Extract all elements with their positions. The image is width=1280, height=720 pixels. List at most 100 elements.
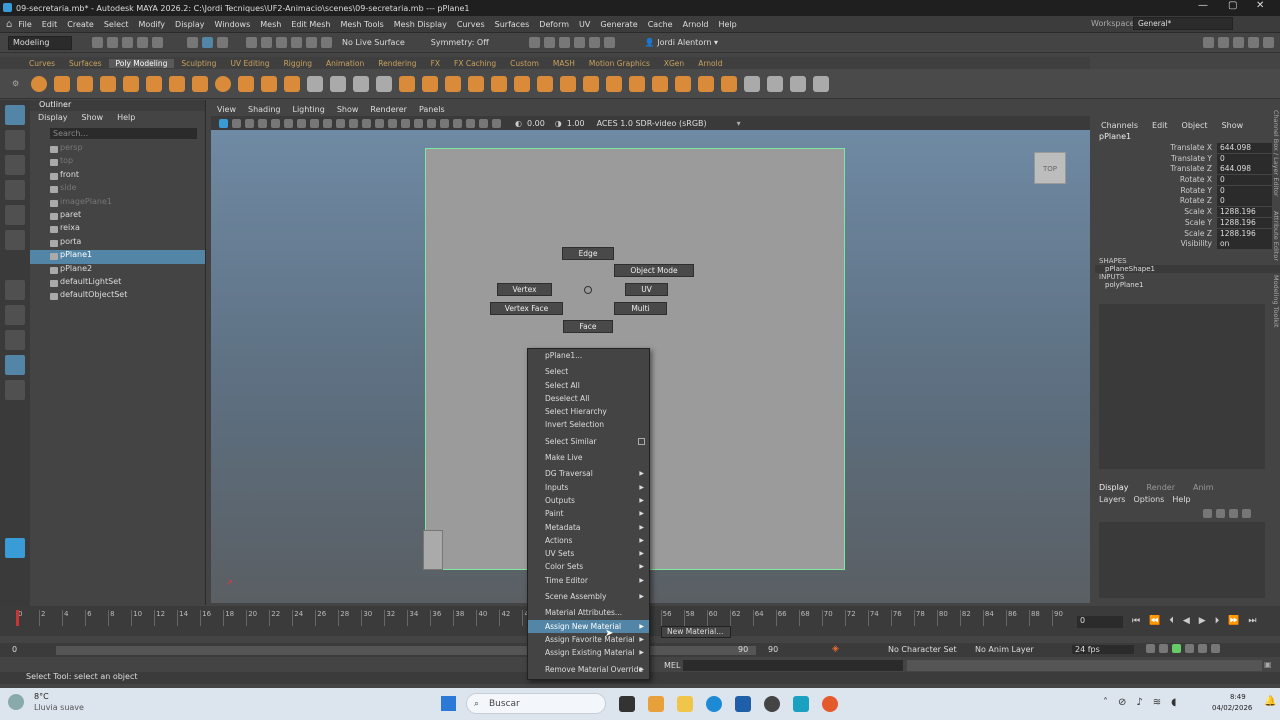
poly-torus-icon[interactable] bbox=[123, 75, 140, 92]
flip-icon[interactable] bbox=[744, 75, 761, 92]
bevel-icon[interactable] bbox=[445, 75, 462, 92]
gate-mask-icon[interactable] bbox=[336, 118, 345, 128]
channel-attr-rotate-x[interactable]: Rotate X 0 bbox=[1095, 175, 1280, 186]
shelf-tab-motion-graphics[interactable]: Motion Graphics bbox=[582, 59, 657, 68]
redo-icon[interactable] bbox=[152, 37, 163, 48]
volume-icon[interactable]: ◖ bbox=[1171, 697, 1176, 708]
channel-attr-value[interactable]: 0 bbox=[1217, 153, 1272, 164]
channel-attr-rotate-z[interactable]: Rotate Z 0 bbox=[1095, 196, 1280, 207]
fps-select[interactable]: 24 fps bbox=[1072, 645, 1134, 654]
context-item-material-attributes[interactable]: Material Attributes... bbox=[528, 606, 649, 619]
connect-icon[interactable] bbox=[698, 75, 715, 92]
auto-key-icon[interactable]: ◈ bbox=[832, 644, 839, 654]
shelf-tab-xgen[interactable]: XGen bbox=[657, 59, 691, 68]
maya-home-icon[interactable] bbox=[5, 538, 25, 558]
insert-edge-loop-icon[interactable] bbox=[560, 75, 577, 92]
step-forward-frame-icon[interactable]: ⏵ bbox=[1215, 616, 1220, 626]
file-explorer-icon[interactable] bbox=[677, 696, 693, 712]
clock-time[interactable]: 8:49 bbox=[1230, 693, 1246, 701]
outliner-layout-icon[interactable] bbox=[5, 355, 25, 375]
camera-attributes-icon[interactable] bbox=[232, 118, 241, 128]
minimize-button[interactable]: — bbox=[1198, 0, 1208, 11]
new-empty-layer-icon[interactable] bbox=[1229, 509, 1238, 518]
layout-icon[interactable] bbox=[1203, 37, 1214, 48]
workspace-select[interactable]: General* bbox=[1133, 17, 1233, 30]
outliner-item-side[interactable]: side bbox=[30, 183, 205, 196]
context-item-color-sets[interactable]: Color Sets ▶ bbox=[528, 560, 649, 573]
field-chart-icon[interactable] bbox=[349, 118, 358, 128]
grid-icon[interactable] bbox=[297, 118, 306, 128]
marking-menu-multi[interactable]: Multi bbox=[614, 302, 667, 315]
hypershade-icon[interactable] bbox=[573, 37, 585, 48]
context-item-select[interactable]: Select bbox=[528, 365, 649, 378]
combine-icon[interactable] bbox=[307, 75, 324, 92]
channel-attr-scale-z[interactable]: Scale Z 1288.196 bbox=[1095, 228, 1280, 240]
bridge-icon[interactable] bbox=[468, 75, 485, 92]
outliner-item-defaultlightset[interactable]: defaultLightSet bbox=[30, 277, 205, 290]
channel-menu-show[interactable]: Show bbox=[1222, 121, 1244, 130]
channel-attr-translate-x[interactable]: Translate X 644.098 bbox=[1095, 143, 1280, 154]
audio-icon[interactable] bbox=[1185, 644, 1194, 653]
context-item-pplane1[interactable]: pPlane1... bbox=[528, 349, 649, 362]
move-layer-down-icon[interactable] bbox=[1216, 509, 1225, 518]
layer-tab-anim[interactable]: Anim bbox=[1193, 483, 1214, 492]
context-item-dg-traversal[interactable]: DG Traversal ▶ bbox=[528, 467, 649, 480]
outliner-menu-show[interactable]: Show bbox=[82, 113, 104, 122]
current-time-marker[interactable] bbox=[16, 610, 19, 626]
side-by-side-layout-icon[interactable] bbox=[5, 330, 25, 350]
menu-windows[interactable]: Windows bbox=[215, 20, 251, 29]
shadows-icon[interactable] bbox=[427, 118, 436, 128]
super-shape-icon[interactable] bbox=[215, 75, 232, 92]
open-scene-icon[interactable] bbox=[107, 37, 118, 48]
outliner-item-defaultobjectset[interactable]: defaultObjectSet bbox=[30, 290, 205, 303]
panel-layout-icon[interactable] bbox=[1218, 37, 1229, 48]
outliner-item-pplane2[interactable]: pPlane2 bbox=[30, 264, 205, 277]
tray-overflow-icon[interactable]: ˄ bbox=[1103, 697, 1108, 708]
ipr-render-icon[interactable] bbox=[558, 37, 570, 48]
depth-of-field-icon[interactable] bbox=[492, 118, 501, 128]
snap-projected-icon[interactable] bbox=[291, 37, 302, 48]
step-back-frame-icon[interactable]: ⏴ bbox=[1169, 616, 1174, 626]
notification-icon[interactable]: 🔔 bbox=[1264, 696, 1276, 707]
sculpt-icon[interactable] bbox=[813, 75, 830, 92]
outliner-item-top[interactable]: top bbox=[30, 156, 205, 169]
sweep-mesh-icon[interactable] bbox=[238, 75, 255, 92]
colorspace-select[interactable]: ACES 1.0 SDR-video (sRGB) bbox=[597, 119, 737, 128]
microphone-icon[interactable]: ♪ bbox=[1136, 697, 1142, 708]
fill-hole-icon[interactable] bbox=[491, 75, 508, 92]
extrude-icon[interactable] bbox=[422, 75, 439, 92]
viewport-menu-view[interactable]: View bbox=[217, 105, 236, 114]
marking-menu-edge[interactable]: Edge bbox=[562, 247, 614, 260]
character-set-select[interactable]: No Character Set bbox=[888, 645, 957, 654]
channel-attr-scale-x[interactable]: Scale X 1288.196 bbox=[1095, 207, 1280, 218]
multi-cut-icon[interactable] bbox=[537, 75, 554, 92]
context-item-remove-material-override[interactable]: Remove Material Override ▶ bbox=[528, 663, 649, 676]
channel-attr-value[interactable]: 644.098 bbox=[1217, 143, 1272, 153]
anti-alias-icon[interactable] bbox=[479, 118, 488, 128]
menu-generate[interactable]: Generate bbox=[600, 20, 637, 29]
film-gate-icon[interactable] bbox=[310, 118, 319, 128]
animation-end-field[interactable]: 90 bbox=[768, 645, 778, 654]
collapse-icon[interactable] bbox=[675, 75, 692, 92]
layer-tab-render[interactable]: Render bbox=[1147, 483, 1175, 492]
single-perspective-layout-icon[interactable] bbox=[5, 280, 25, 300]
step-forward-key-icon[interactable]: ⏩ bbox=[1228, 616, 1239, 626]
platonic-solid-icon[interactable] bbox=[192, 75, 209, 92]
pplane2-mesh[interactable] bbox=[423, 530, 443, 570]
context-item-assign-existing-material[interactable]: Assign Existing Material ▶ bbox=[528, 646, 649, 659]
menu-deform[interactable]: Deform bbox=[539, 20, 569, 29]
edge-browser-icon[interactable] bbox=[706, 696, 722, 712]
context-item-scene-assembly[interactable]: Scene Assembly ▶ bbox=[528, 590, 649, 603]
range-bar[interactable] bbox=[56, 646, 756, 655]
maya-taskbar-icon[interactable] bbox=[793, 696, 809, 712]
shelf-tab-curves[interactable]: Curves bbox=[22, 59, 62, 68]
shelf-tab-arnold[interactable]: Arnold bbox=[691, 59, 729, 68]
menu-curves[interactable]: Curves bbox=[457, 20, 485, 29]
channel-attr-rotate-y[interactable]: Rotate Y 0 bbox=[1095, 185, 1280, 197]
target-weld-icon[interactable] bbox=[629, 75, 646, 92]
move-tool-icon[interactable] bbox=[5, 180, 25, 200]
image-plane-icon[interactable] bbox=[258, 118, 267, 128]
menu-mesh[interactable]: Mesh bbox=[260, 20, 281, 29]
preferences-icon[interactable] bbox=[1211, 644, 1220, 653]
menu-uv[interactable]: UV bbox=[579, 20, 590, 29]
